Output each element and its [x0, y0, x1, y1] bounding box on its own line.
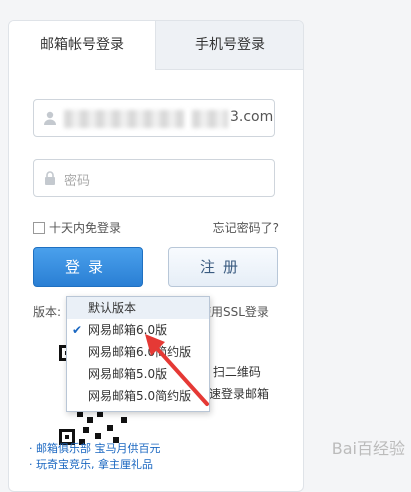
password-placeholder: 密码	[64, 174, 91, 189]
watermark: Bai百经验	[331, 439, 405, 458]
remember-label: 十天内免登录	[49, 221, 122, 235]
login-panel: 邮箱帐号登录 手机号登录 3.com 密码 十天内免登录 忘记密码了? 登录 注…	[8, 20, 304, 492]
footer-link-2[interactable]: · 玩奇宝竞乐, 拿主厘礼品	[29, 457, 161, 473]
redacted-domain	[192, 110, 228, 128]
checkmark-icon: ✔	[72, 323, 83, 337]
footer-links: · 邮箱俱乐部 宝马月供百元 · 玩奇宝竞乐, 拿主厘礼品	[29, 441, 161, 473]
forgot-password-link[interactable]: 忘记密码了?	[213, 219, 279, 236]
remember-me[interactable]: 十天内免登录	[33, 219, 121, 236]
register-button[interactable]: 注册	[168, 247, 278, 287]
red-arrow-annotation-icon	[145, 334, 209, 406]
qr-line1: 扫二维码	[212, 365, 261, 379]
version-option-default[interactable]: 默认版本	[67, 297, 209, 319]
username-input[interactable]: 3.com	[33, 99, 275, 137]
footer-link-1[interactable]: · 邮箱俱乐部 宝马月供百元	[29, 441, 161, 457]
password-input[interactable]: 密码	[33, 159, 275, 197]
remember-checkbox[interactable]	[33, 222, 45, 234]
lock-icon	[45, 171, 55, 185]
login-button[interactable]: 登录	[33, 247, 143, 287]
redacted-username	[64, 110, 184, 128]
login-tabs: 邮箱帐号登录 手机号登录	[9, 21, 303, 70]
user-icon	[44, 111, 56, 125]
username-domain-text: 3.com	[230, 109, 274, 125]
tab-phone-login[interactable]: 手机号登录	[155, 21, 303, 70]
version-label: 版本:	[33, 305, 62, 319]
tab-email-account[interactable]: 邮箱帐号登录	[9, 21, 155, 69]
